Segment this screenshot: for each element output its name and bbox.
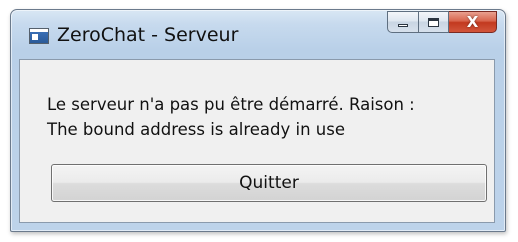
error-message: Le serveur n'a pas pu être démarré. Rais… <box>47 92 415 142</box>
maximize-button[interactable] <box>419 11 449 33</box>
maximize-icon <box>428 17 439 27</box>
app-window-icon[interactable] <box>29 28 49 44</box>
window-controls: X <box>387 11 497 35</box>
close-icon: X <box>466 12 479 31</box>
window-title: ZeroChat - Serveur <box>57 24 239 46</box>
minimize-button[interactable] <box>387 11 419 33</box>
minimize-icon <box>398 24 408 27</box>
quit-button[interactable]: Quitter <box>51 164 487 202</box>
error-message-line-1: Le serveur n'a pas pu être démarré. Rais… <box>47 95 415 114</box>
close-button[interactable]: X <box>449 11 497 33</box>
error-message-line-2: The bound address is already in use <box>47 120 345 139</box>
dialog-content: Le serveur n'a pas pu être démarré. Rais… <box>19 59 495 223</box>
